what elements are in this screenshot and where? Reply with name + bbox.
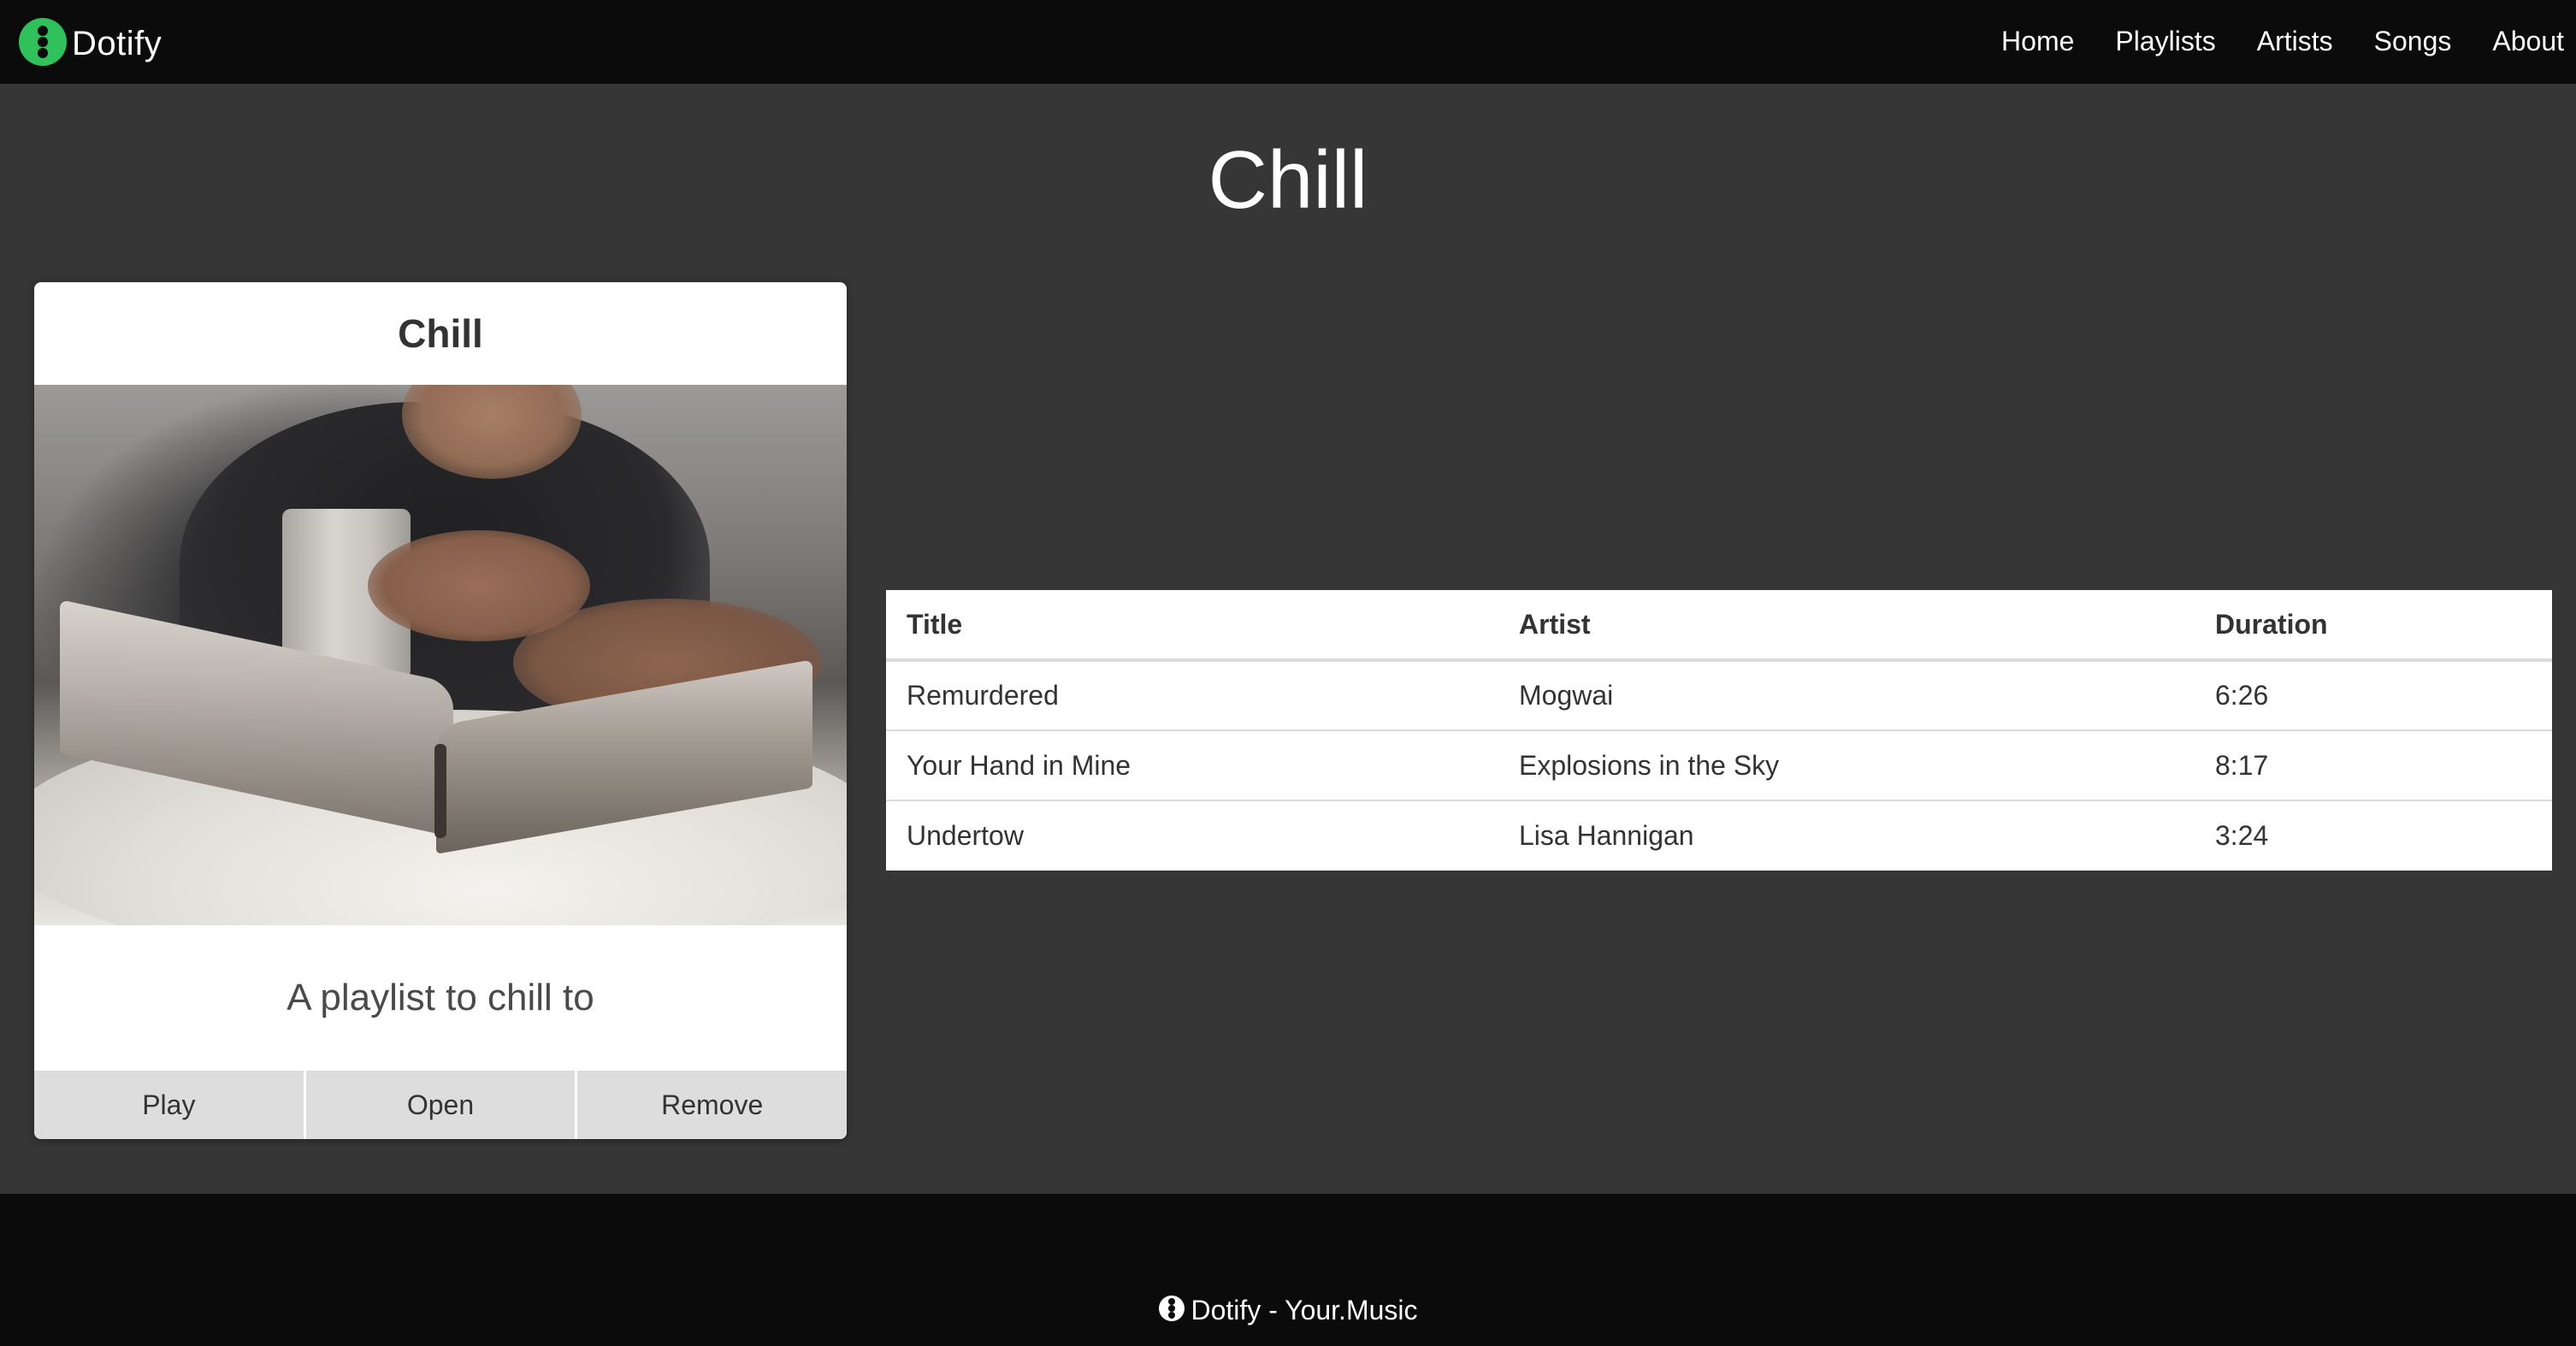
brand-link[interactable]: Dotify bbox=[19, 12, 162, 72]
play-button[interactable]: Play bbox=[34, 1071, 306, 1139]
playlist-card: Chill A playlist to chill to Play Open R… bbox=[34, 282, 847, 1139]
song-duration-cell: 8:17 bbox=[2195, 729, 2552, 800]
footer-text: Dotify - Your.Music bbox=[1191, 1295, 1418, 1325]
dotify-logo-icon bbox=[1158, 1295, 1185, 1321]
footer-text-wrap: Dotify - Your.Music bbox=[0, 1295, 2576, 1326]
table-header-row: Title Artist Duration bbox=[886, 590, 2552, 662]
table-row[interactable]: Undertow Lisa Hannigan 3:24 bbox=[886, 800, 2552, 871]
footer: Dotify - Your.Music bbox=[0, 1194, 2576, 1346]
column-header-title[interactable]: Title bbox=[886, 590, 1498, 662]
nav-link-home[interactable]: Home bbox=[1981, 26, 2094, 57]
song-title-cell: Undertow bbox=[886, 800, 1498, 871]
song-title-cell: Your Hand in Mine bbox=[886, 729, 1498, 800]
playlist-description: A playlist to chill to bbox=[287, 977, 594, 1018]
nav-link-artists[interactable]: Artists bbox=[2236, 26, 2354, 57]
song-title-cell: Remurdered bbox=[907, 680, 1059, 711]
song-artist-cell: Lisa Hannigan bbox=[1498, 800, 2195, 871]
navbar: Dotify Home Playlists Artists Songs Abou… bbox=[0, 0, 2576, 84]
page-title: Chill bbox=[1208, 134, 1368, 226]
brand-name: Dotify bbox=[72, 24, 162, 62]
songs-table: Title Artist Duration Remurdered Mogwai … bbox=[886, 590, 2552, 871]
song-artist-cell: Explosions in the Sky bbox=[1498, 729, 2195, 800]
table-row[interactable]: Remurdered Mogwai 6:26 bbox=[886, 660, 2552, 730]
nav-links: Home Playlists Artists Songs About bbox=[1981, 0, 2576, 82]
song-duration-cell: 6:26 bbox=[2215, 680, 2269, 711]
column-header-duration[interactable]: Duration bbox=[2195, 590, 2552, 662]
dotify-logo-icon bbox=[19, 18, 67, 66]
table-row[interactable]: Your Hand in Mine Explosions in the Sky … bbox=[886, 729, 2552, 800]
nav-link-playlists[interactable]: Playlists bbox=[2094, 26, 2236, 57]
playlist-cover-image bbox=[34, 385, 847, 925]
playlist-actions: Play Open Remove bbox=[34, 1071, 847, 1139]
remove-button[interactable]: Remove bbox=[577, 1071, 847, 1139]
playlist-card-title: Chill bbox=[398, 311, 483, 356]
open-button[interactable]: Open bbox=[305, 1071, 578, 1139]
nav-link-about[interactable]: About bbox=[2472, 26, 2576, 57]
nav-link-songs[interactable]: Songs bbox=[2354, 26, 2473, 57]
song-artist-cell: Mogwai bbox=[1519, 680, 1614, 711]
song-duration-cell: 3:24 bbox=[2195, 800, 2552, 871]
column-header-artist[interactable]: Artist bbox=[1498, 590, 2195, 662]
